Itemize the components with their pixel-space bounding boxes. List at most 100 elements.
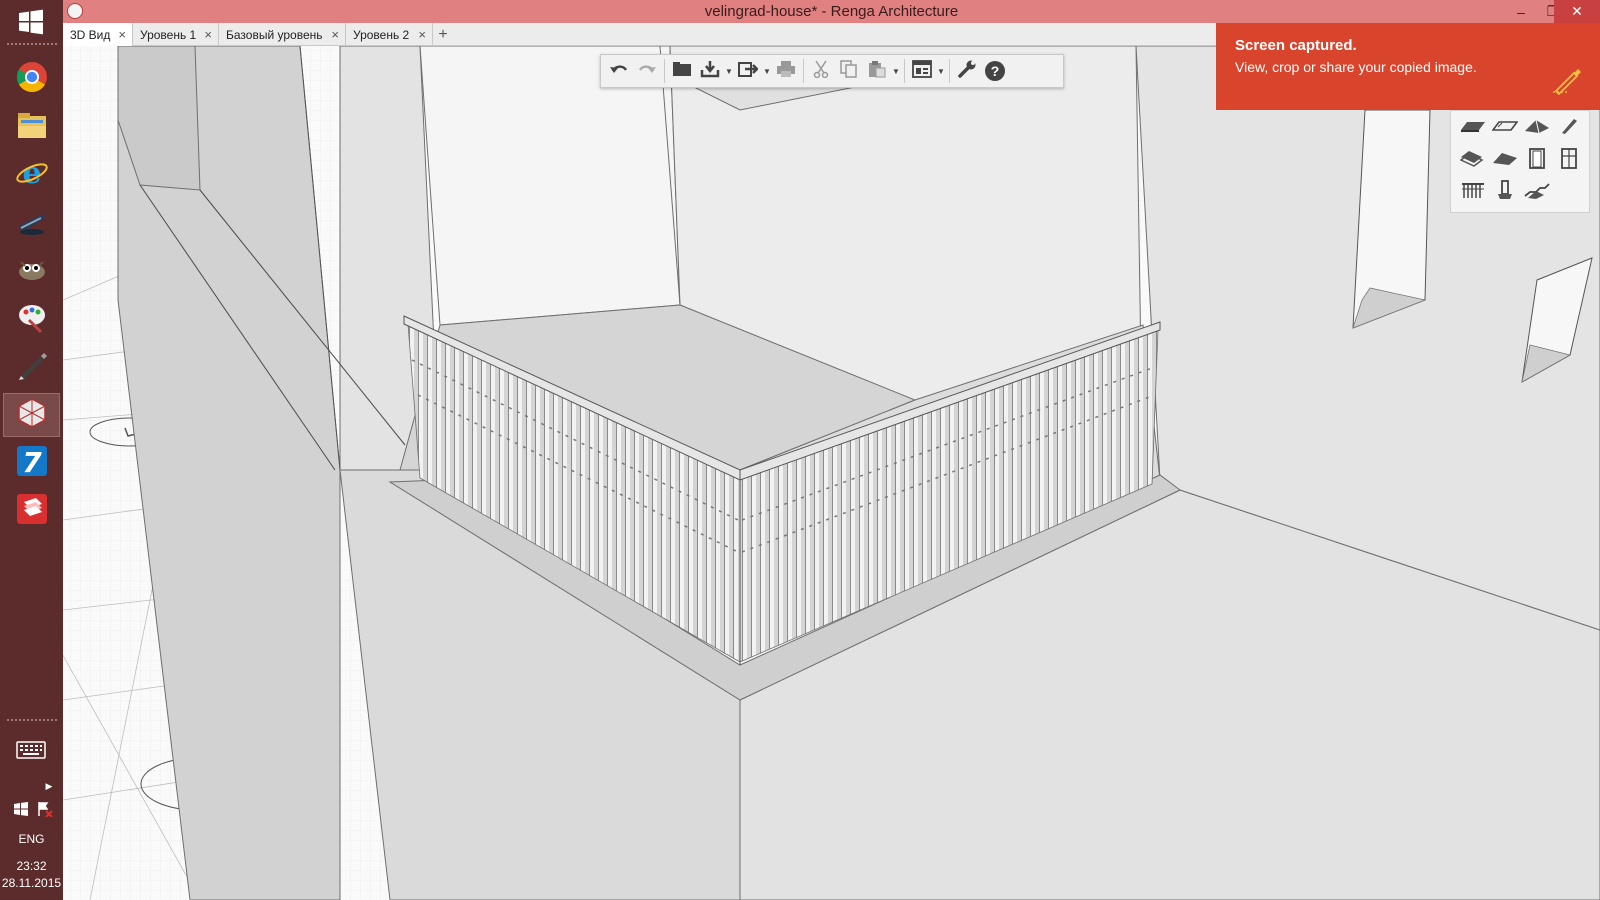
door-tool[interactable]: [1523, 147, 1551, 173]
tab-close-icon[interactable]: ×: [331, 27, 339, 42]
redo-button[interactable]: [633, 57, 661, 85]
tab-base-level[interactable]: Базовый уровень ×: [219, 23, 346, 46]
tab-close-icon[interactable]: ×: [418, 27, 426, 42]
redo-icon: [637, 61, 657, 82]
chevron-down-icon: ▼: [725, 66, 733, 76]
toolbar-separator: [904, 59, 905, 83]
door-icon: [1528, 147, 1546, 174]
tab-3d-view[interactable]: 3D Вид ×: [63, 23, 133, 46]
settings-button[interactable]: [953, 57, 981, 85]
tab-close-icon[interactable]: ×: [118, 27, 126, 42]
window-tool[interactable]: [1555, 147, 1583, 173]
taskbar-app-ie[interactable]: e: [3, 153, 60, 197]
taskbar-app-sketchup[interactable]: [3, 489, 60, 533]
export-icon: [738, 60, 759, 83]
beam-icon: [1559, 117, 1579, 140]
tab-label: Уровень 2: [353, 27, 410, 42]
show-hidden-icons-button[interactable]: ▶: [42, 779, 56, 793]
tab-label: 3D Вид: [70, 27, 111, 42]
slab-tool[interactable]: [1491, 115, 1519, 141]
print-icon: [776, 60, 796, 83]
paste-dropdown[interactable]: ▼: [891, 57, 901, 85]
column-tool[interactable]: [1491, 179, 1519, 205]
open-button[interactable]: [668, 57, 696, 85]
taskbar-app-pen[interactable]: [3, 345, 60, 389]
network-status-button[interactable]: [36, 801, 54, 819]
toolbar-separator: [664, 59, 665, 83]
quick-toolbar: ▼ ▼ ▼ ▼ ?: [600, 54, 1064, 88]
cut-button[interactable]: [807, 57, 835, 85]
view-settings-button[interactable]: [908, 57, 936, 85]
app-icon: [15, 204, 49, 243]
beam-tool[interactable]: [1555, 115, 1583, 141]
copy-icon: [840, 59, 858, 83]
minimize-button[interactable]: –: [1506, 0, 1536, 23]
taskbar-app-7[interactable]: 7: [3, 441, 60, 485]
ramp-tool[interactable]: [1491, 147, 1519, 173]
action-center-button[interactable]: [12, 801, 30, 819]
help-button[interactable]: ?: [981, 57, 1009, 85]
app-7-icon: 7: [15, 444, 49, 483]
window-title: velingrad-house* - Renga Architecture: [704, 3, 959, 20]
floor-tool[interactable]: [1459, 147, 1487, 173]
roof-icon: [1524, 118, 1550, 139]
toolbar-separator: [949, 59, 950, 83]
title-bar: velingrad-house* - Renga Architecture – …: [63, 0, 1600, 23]
save-dropdown[interactable]: ▼: [724, 57, 734, 85]
3d-viewport[interactable]: [63, 46, 1600, 900]
print-button[interactable]: [772, 57, 800, 85]
input-language[interactable]: ENG: [0, 832, 63, 846]
floor-icon: [1459, 149, 1486, 172]
undo-button[interactable]: [605, 57, 633, 85]
taskbar-app-4[interactable]: [3, 201, 60, 245]
add-tab-button[interactable]: +: [433, 23, 453, 46]
railing-icon: [1461, 181, 1485, 204]
paste-icon: [868, 60, 886, 83]
taskbar-app-explorer[interactable]: [3, 105, 60, 149]
railing-tool[interactable]: [1459, 179, 1487, 205]
roof-tool[interactable]: [1523, 115, 1551, 141]
close-button[interactable]: ✕: [1554, 0, 1600, 23]
export-button[interactable]: [734, 57, 762, 85]
svg-text:e: e: [22, 156, 41, 190]
file-explorer-icon: [15, 108, 49, 147]
3d-model-scene[interactable]: [63, 46, 1600, 900]
clock-date[interactable]: 28.11.2015: [0, 876, 63, 890]
copy-button[interactable]: [835, 57, 863, 85]
touch-keyboard-button[interactable]: [14, 740, 48, 762]
tab-level-2[interactable]: Уровень 2 ×: [346, 23, 433, 46]
tab-label: Уровень 1: [140, 27, 197, 42]
cut-icon: [812, 60, 830, 83]
toolbar-separator: [803, 59, 804, 83]
view-dropdown[interactable]: ▼: [936, 57, 946, 85]
taskbar-app-renga[interactable]: [3, 393, 60, 437]
chevron-down-icon: ▼: [937, 66, 945, 76]
undo-icon: [609, 61, 629, 82]
taskbar-divider-bottom: [6, 718, 57, 722]
keyboard-icon: [16, 740, 46, 762]
ramp-icon: [1492, 150, 1518, 171]
sketchup-icon: [15, 492, 49, 531]
paste-button[interactable]: [863, 57, 891, 85]
taskbar: e 7 ▶ ENG 23:32 28.11.2015: [0, 0, 63, 900]
clock-time[interactable]: 23:32: [0, 859, 63, 873]
screen-captured-toast[interactable]: Screen captured. View, crop or share you…: [1216, 23, 1600, 110]
tab-close-icon[interactable]: ×: [204, 27, 212, 42]
chevron-down-icon: ▼: [892, 66, 900, 76]
toast-title: Screen captured.: [1235, 37, 1357, 54]
export-dropdown[interactable]: ▼: [762, 57, 772, 85]
start-button[interactable]: [13, 6, 49, 42]
open-folder-icon: [672, 61, 692, 82]
taskbar-app-chrome[interactable]: [3, 57, 60, 101]
gimp-icon: [15, 252, 49, 291]
taskbar-app-gimp[interactable]: [3, 249, 60, 293]
stair-tool[interactable]: [1523, 179, 1551, 205]
taskbar-divider: [6, 42, 57, 46]
settings-wrench-icon: [957, 59, 977, 84]
taskbar-app-paint[interactable]: [3, 297, 60, 341]
save-button[interactable]: [696, 57, 724, 85]
tab-level-1[interactable]: Уровень 1 ×: [133, 23, 219, 46]
flag-error-icon: [37, 801, 53, 820]
column-icon: [1495, 179, 1515, 206]
wall-tool[interactable]: [1459, 115, 1487, 141]
